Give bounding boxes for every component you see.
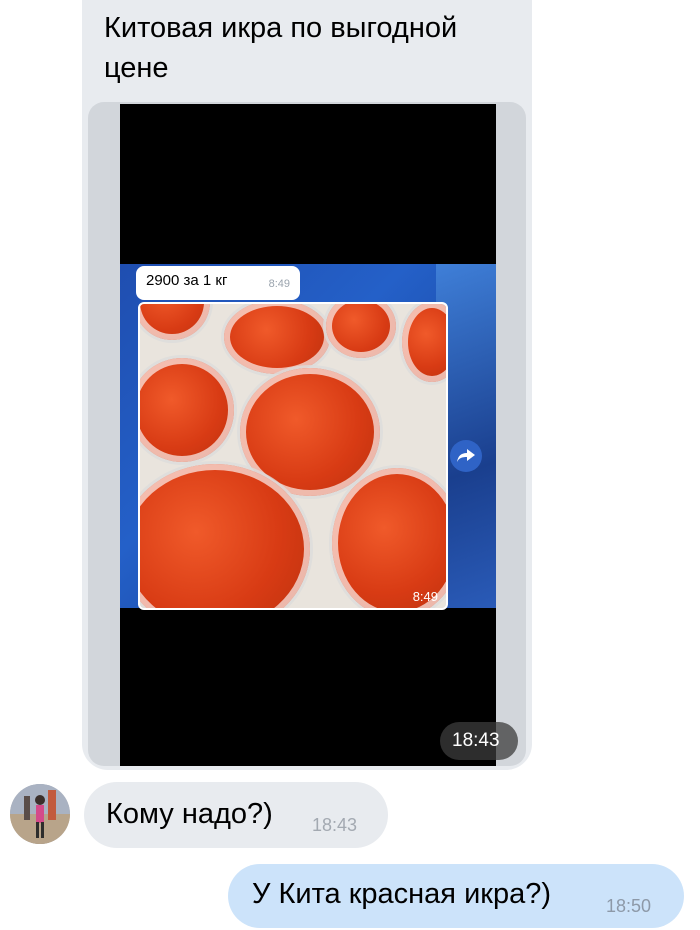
caviar-cup [140,304,210,340]
message-text: Китовая икра по выгодной цене [104,12,458,84]
message-text: У Кита красная икра?) [252,878,551,910]
caviar-cup [402,304,446,382]
forward-arrow-icon[interactable] [450,440,482,472]
message-time-badge: 18:43 [440,722,518,760]
inner-caption-bubble: 2900 за 1 кг 8:49 [136,266,300,300]
message-text: Кому надо?) [106,798,273,830]
caviar-cup [224,304,330,374]
message-time: 18:50 [606,896,652,916]
inner-caption-text: 2900 за 1 кг [146,272,228,289]
inner-caption-time: 8:49 [268,278,290,290]
outgoing-message-bubble[interactable]: У Кита красная икра?) 18:50 [228,864,684,928]
incoming-message-bubble[interactable]: Кому надо?) 18:43 [84,782,388,848]
message-time: 18:43 [312,815,358,835]
caviar-cup [326,304,396,358]
avatar[interactable] [10,784,70,844]
forwarded-screenshot: 2900 за 1 кг 8:49 8:49 [120,264,496,610]
inner-photo-time: 8:49 [412,589,438,604]
photo-attachment[interactable]: 2900 за 1 кг 8:49 8:49 [120,104,496,766]
caviar-cup [140,358,234,462]
caviar-photo: 8:49 [138,302,448,610]
message-time: 18:43 [452,730,500,751]
